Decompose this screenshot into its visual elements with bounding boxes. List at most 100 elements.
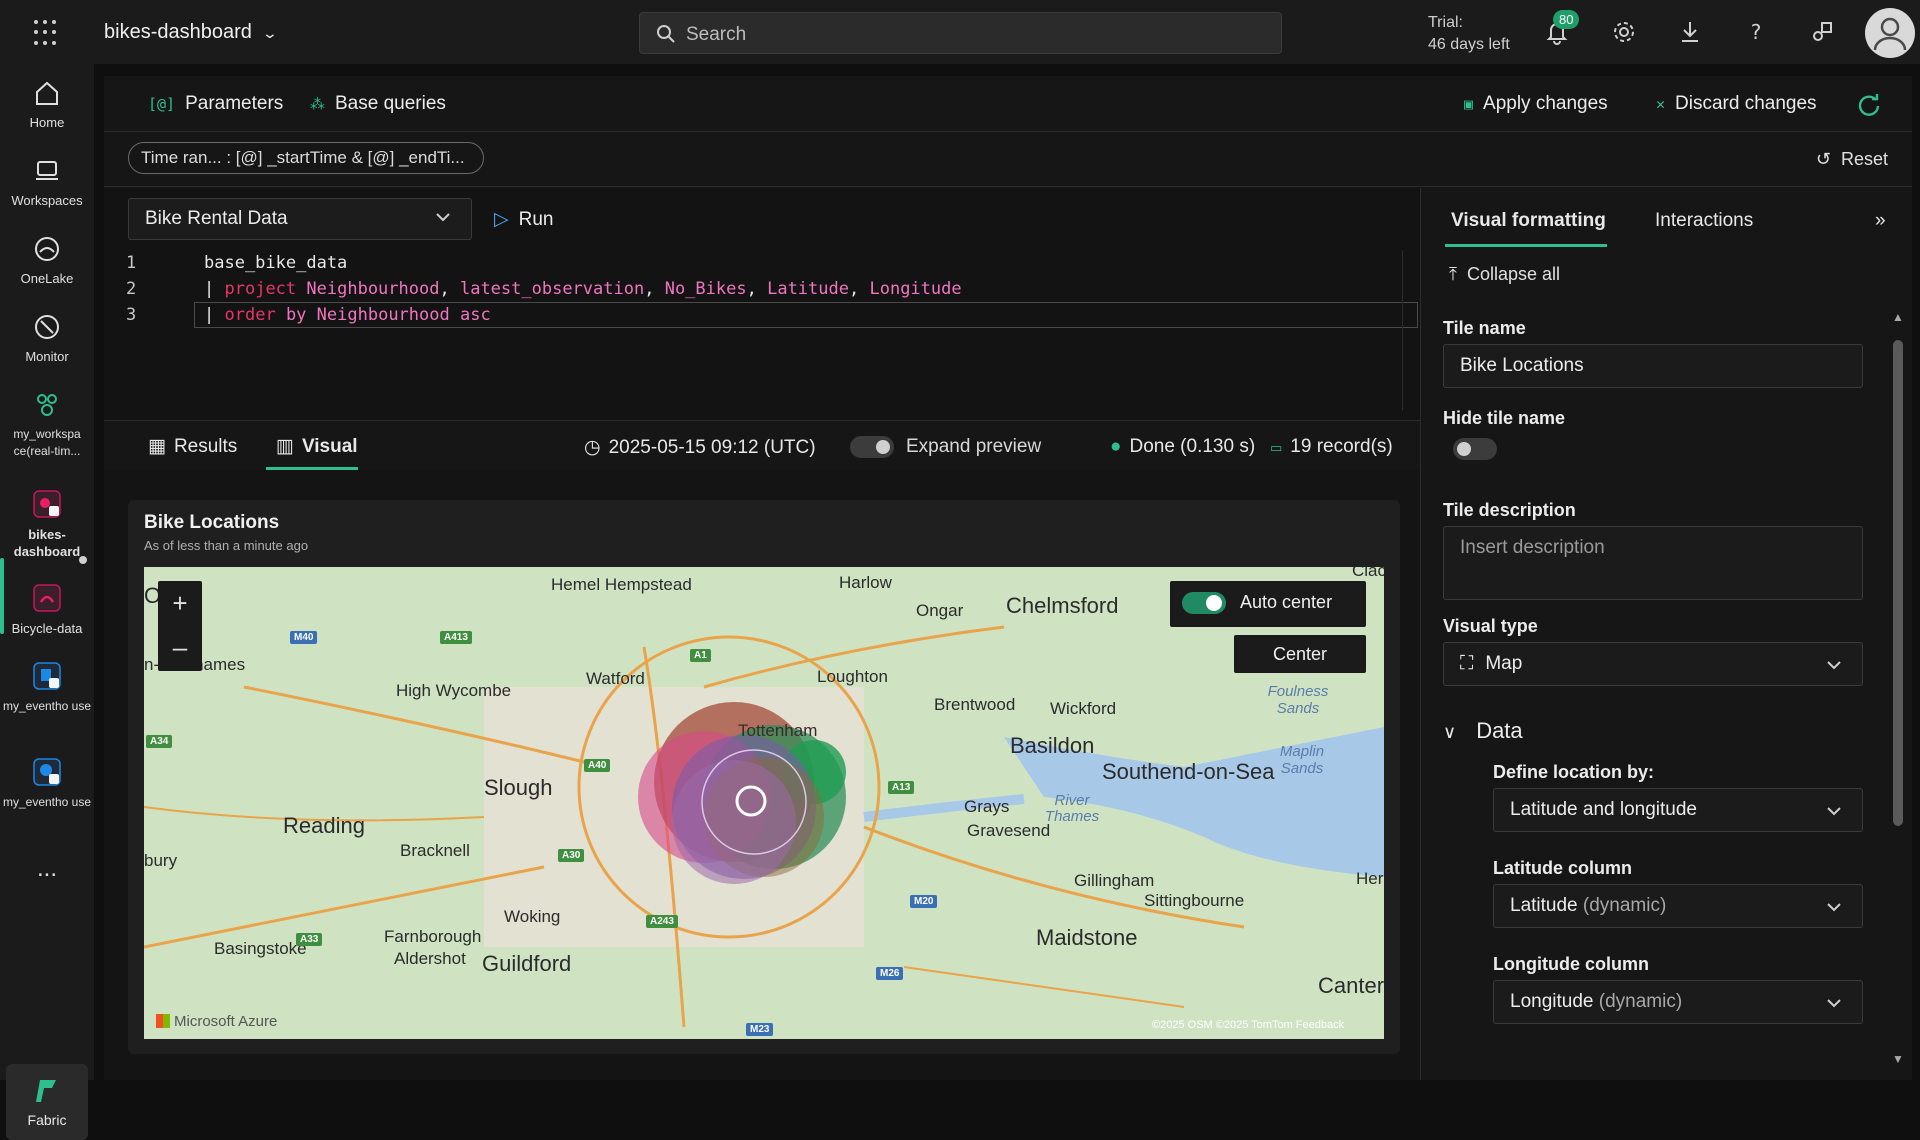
place-label: Her: [1356, 869, 1384, 888]
tab-interactions[interactable]: Interactions: [1655, 210, 1753, 232]
check-circle-icon: ●: [1110, 436, 1122, 457]
toggle-switch[interactable]: [1182, 592, 1226, 615]
reset-button[interactable]: ↺ Reset: [1816, 149, 1888, 170]
tile-name-input[interactable]: Bike Locations: [1443, 344, 1863, 388]
place-label: Tottenham: [738, 721, 818, 740]
nav-label: bikes- dashboard: [13, 527, 81, 559]
select-suffix: (dynamic): [1598, 991, 1683, 1012]
map-icon: ⛶: [1460, 653, 1474, 674]
tab-visual[interactable]: ▥ Visual: [276, 435, 358, 458]
hide-tile-name-toggle[interactable]: [1453, 438, 1497, 461]
tile-description-input[interactable]: Insert description: [1443, 526, 1863, 600]
scroll-up-icon[interactable]: ▲: [1892, 310, 1904, 324]
toggle-switch[interactable]: [1453, 438, 1497, 461]
expand-preview-toggle[interactable]: Expand preview: [850, 436, 1041, 458]
more-icon[interactable]: ...: [0, 857, 94, 881]
waffle-icon[interactable]: [34, 20, 60, 46]
visual-type-label: Visual type: [1443, 616, 1538, 636]
nav-monitor[interactable]: Monitor: [0, 312, 94, 365]
road-shield: A30: [558, 849, 585, 862]
time-range-pill[interactable]: Time ran... : [@] _startTime & [@] _endT…: [128, 142, 484, 174]
nav-onelake[interactable]: OneLake: [0, 234, 94, 287]
nav-bicycle-data[interactable]: Bicycle-data: [0, 582, 94, 637]
status-text: Done (0.130 s): [1129, 436, 1256, 457]
app-name: bikes-dashboard: [104, 21, 252, 43]
fabric-button[interactable]: Fabric: [6, 1064, 88, 1140]
nav-home[interactable]: Home: [0, 78, 94, 131]
panel-scrollbar[interactable]: ▲ ▼: [1890, 310, 1904, 1070]
attribution-text: Microsoft Azure: [174, 1013, 278, 1030]
svg-text:?: ?: [1751, 20, 1762, 44]
data-section-header[interactable]: ∨ Data: [1443, 718, 1523, 744]
search-box[interactable]: Search: [639, 12, 1282, 54]
nav-eventhouse-2[interactable]: my_eventho use: [0, 756, 94, 811]
nav-workspaces[interactable]: Workspaces: [0, 156, 94, 209]
latitude-column-select[interactable]: Latitude (dynamic): [1493, 884, 1863, 928]
code-line: 1 base_bike_data: [104, 250, 1420, 276]
apply-changes-button[interactable]: ▣ Apply changes: [1464, 93, 1608, 115]
discard-changes-label: Discard changes: [1675, 93, 1817, 114]
place-label: Foulness Sands: [1267, 683, 1329, 717]
query-status: ● Done (0.130 s): [1110, 436, 1255, 458]
bike-bubbles-layer: [638, 702, 846, 884]
auto-center-toggle[interactable]: Auto center: [1170, 581, 1366, 627]
query-timestamp: ◷ 2025-05-15 09:12 (UTC): [584, 436, 816, 459]
nav-label: my_eventho use: [2, 699, 92, 713]
place-label: Slough: [484, 775, 553, 800]
help-icon[interactable]: ?: [1742, 18, 1770, 46]
parameters-button[interactable]: [@] Parameters: [148, 93, 283, 115]
road-shield: A34: [146, 735, 173, 748]
chevron-down-icon: [1827, 807, 1841, 816]
tab-results[interactable]: ▦ Results: [148, 435, 237, 458]
longitude-column-select[interactable]: Longitude (dynamic): [1493, 980, 1863, 1024]
select-value: Latitude and longitude: [1510, 799, 1697, 820]
chevron-down-icon: [1827, 661, 1841, 670]
editor-toolbar: [@] Parameters ⁂ Base queries ▣ Apply chang…: [104, 76, 1912, 132]
gear-icon[interactable]: [1610, 18, 1638, 46]
discard-changes-button[interactable]: ✕ Discard changes: [1656, 93, 1817, 115]
refresh-icon[interactable]: [1856, 92, 1882, 118]
nav-workspace[interactable]: my_workspa ce(real-tim...: [0, 390, 94, 460]
collapse-panel-icon[interactable]: »: [1875, 210, 1886, 232]
nav-label: Workspaces: [11, 193, 83, 208]
tab-visual-formatting[interactable]: Visual formatting: [1451, 210, 1606, 232]
eventhouse-icon: [33, 662, 61, 690]
define-location-select[interactable]: Latitude and longitude: [1493, 788, 1863, 832]
place-label: Bracknell: [400, 841, 470, 860]
app-name-dropdown[interactable]: bikes-dashboard ⌄: [104, 21, 278, 44]
select-value: Latitude: [1510, 895, 1578, 916]
zoom-out-button[interactable]: –: [158, 625, 202, 669]
scrollbar-thumb[interactable]: [1893, 340, 1903, 826]
tile-preview: Bike Locations As of less than a minute …: [128, 500, 1400, 1054]
nav-bikes-dashboard[interactable]: bikes- dashboard: [0, 488, 94, 560]
share-icon[interactable]: [1808, 18, 1836, 46]
nav-eventhouse-1[interactable]: my_eventho use: [0, 660, 94, 715]
collapse-all-button[interactable]: ⤒ Collapse all: [1449, 264, 1560, 285]
code-editor[interactable]: 1 base_bike_data 2 | project Neighbourhood…: [104, 250, 1420, 410]
place-label: Harlow: [839, 573, 892, 592]
undo-icon: ↺: [1815, 149, 1831, 169]
road-shield: M20: [910, 895, 938, 908]
place-label: Woking: [504, 907, 561, 926]
run-button[interactable]: ▷ Run: [494, 208, 553, 231]
zoom-in-button[interactable]: +: [158, 581, 202, 625]
main-area: [@] Parameters ⁂ Base queries ▣ Apply chang…: [104, 76, 1912, 1080]
road-shield: A33: [296, 933, 323, 946]
map-copyright[interactable]: ©2025 OSM ©2025 TomTom Feedback: [1152, 1019, 1344, 1031]
map-canvas[interactable]: Hemel Hempstead Harlow Chelmsford Ongar …: [144, 567, 1384, 1039]
hide-tile-name-label: Hide tile name: [1443, 408, 1566, 428]
center-button[interactable]: Center: [1234, 635, 1366, 673]
scroll-down-icon[interactable]: ▼: [1892, 1052, 1904, 1066]
record-count: ▭ 19 record(s): [1270, 436, 1393, 458]
latitude-column-label: Latitude column: [1493, 858, 1632, 878]
download-icon[interactable]: [1676, 18, 1704, 46]
code-line: 2 | project Neighbourhood, latest_observa…: [104, 276, 1420, 302]
nav-label: my_workspa ce(real-tim...: [13, 427, 81, 458]
place-label: Gillingham: [1074, 871, 1155, 890]
base-queries-button[interactable]: ⁂ Base queries: [310, 93, 446, 115]
datasource-select[interactable]: Bike Rental Data: [128, 198, 472, 240]
toggle-switch[interactable]: [850, 436, 894, 458]
trial-label: Trial:: [1428, 14, 1463, 31]
avatar[interactable]: [1865, 8, 1915, 58]
visual-type-select[interactable]: ⛶ Map: [1443, 642, 1863, 686]
